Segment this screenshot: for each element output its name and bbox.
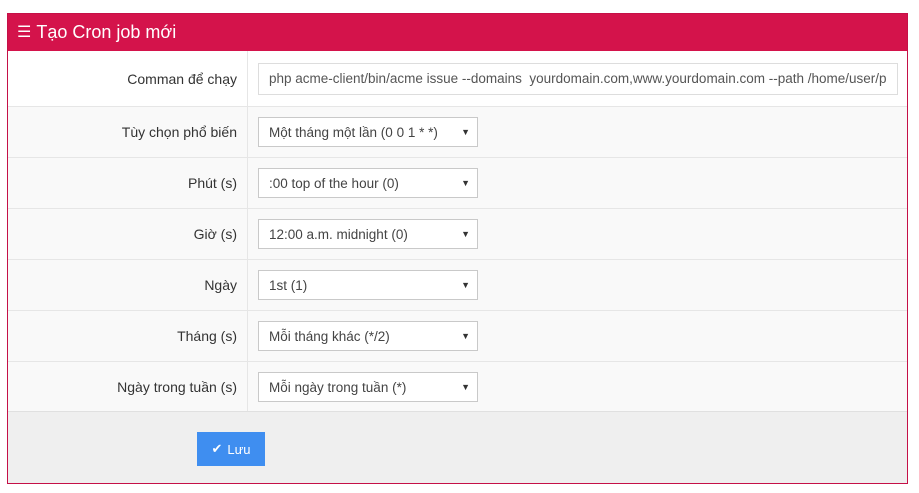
dropdown-arrow-icon: ▼ xyxy=(461,382,470,392)
dropdown-arrow-icon: ▼ xyxy=(461,280,470,290)
day-value: 1st (1) xyxy=(269,277,308,293)
panel-header: ☰ Tạo Cron job mới xyxy=(8,14,907,51)
month-label-cell: Tháng (s) xyxy=(8,311,248,361)
hour-value: 12:00 a.m. midnight (0) xyxy=(269,226,408,242)
common-option-field-cell: Một tháng một lần (0 0 1 * *) ▼ xyxy=(248,107,907,157)
common-option-label: Tùy chọn phổ biến xyxy=(121,124,237,140)
day-field-cell: 1st (1) ▼ xyxy=(248,260,907,310)
weekday-label: Ngày trong tuần (s) xyxy=(117,379,237,395)
weekday-row: Ngày trong tuần (s) Mỗi ngày trong tuần … xyxy=(8,362,907,413)
common-option-value: Một tháng một lần (0 0 1 * *) xyxy=(269,124,438,140)
weekday-select[interactable]: Mỗi ngày trong tuần (*) ▼ xyxy=(258,372,478,402)
day-select[interactable]: 1st (1) ▼ xyxy=(258,270,478,300)
month-select[interactable]: Mỗi tháng khác (*/2) ▼ xyxy=(258,321,478,351)
common-option-row: Tùy chọn phổ biến Một tháng một lần (0 0… xyxy=(8,107,907,158)
minute-row: Phút (s) :00 top of the hour (0) ▼ xyxy=(8,158,907,209)
dropdown-arrow-icon: ▼ xyxy=(461,178,470,188)
hour-label-cell: Giờ (s) xyxy=(8,209,248,259)
hour-row: Giờ (s) 12:00 a.m. midnight (0) ▼ xyxy=(8,209,907,260)
hour-label: Giờ (s) xyxy=(193,226,237,242)
day-label: Ngày xyxy=(204,277,237,293)
month-field-cell: Mỗi tháng khác (*/2) ▼ xyxy=(248,311,907,361)
month-row: Tháng (s) Mỗi tháng khác (*/2) ▼ xyxy=(8,311,907,362)
cron-job-panel: ☰ Tạo Cron job mới Comman để chạy Tùy ch… xyxy=(7,13,908,484)
dropdown-arrow-icon: ▼ xyxy=(461,331,470,341)
command-input[interactable] xyxy=(258,62,898,95)
form-footer: ✔ Lưu xyxy=(8,411,907,483)
command-field-cell xyxy=(248,51,907,106)
day-label-cell: Ngày xyxy=(8,260,248,310)
panel-title: Tạo Cron job mới xyxy=(36,22,177,42)
hour-select[interactable]: 12:00 a.m. midnight (0) ▼ xyxy=(258,219,478,249)
dropdown-arrow-icon: ▼ xyxy=(461,127,470,137)
menu-icon: ☰ xyxy=(17,23,32,41)
command-label-cell: Comman để chạy xyxy=(8,51,248,106)
dropdown-arrow-icon: ▼ xyxy=(461,229,470,239)
weekday-label-cell: Ngày trong tuần (s) xyxy=(8,362,248,412)
minute-field-cell: :00 top of the hour (0) ▼ xyxy=(248,158,907,208)
save-label: Lưu xyxy=(227,441,251,457)
weekday-field-cell: Mỗi ngày trong tuần (*) ▼ xyxy=(248,362,907,412)
hour-field-cell: 12:00 a.m. midnight (0) ▼ xyxy=(248,209,907,259)
minute-label: Phút (s) xyxy=(187,175,237,191)
command-row: Comman để chạy xyxy=(8,51,907,107)
minute-value: :00 top of the hour (0) xyxy=(269,175,399,191)
minute-select[interactable]: :00 top of the hour (0) ▼ xyxy=(258,168,478,198)
common-option-label-cell: Tùy chọn phổ biến xyxy=(8,107,248,157)
weekday-value: Mỗi ngày trong tuần (*) xyxy=(269,379,407,395)
check-icon: ✔ xyxy=(211,441,223,456)
day-row: Ngày 1st (1) ▼ xyxy=(8,260,907,311)
common-option-select[interactable]: Một tháng một lần (0 0 1 * *) ▼ xyxy=(258,117,478,147)
month-value: Mỗi tháng khác (*/2) xyxy=(269,328,390,344)
minute-label-cell: Phút (s) xyxy=(8,158,248,208)
month-label: Tháng (s) xyxy=(177,328,237,344)
command-label: Comman để chạy xyxy=(127,71,237,87)
save-button[interactable]: ✔ Lưu xyxy=(197,432,265,466)
